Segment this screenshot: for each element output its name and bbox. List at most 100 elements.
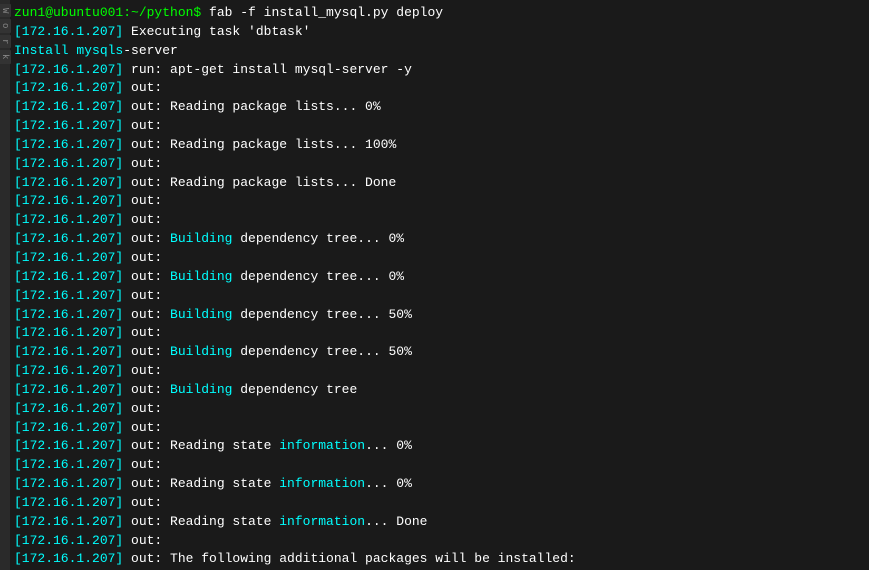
terminal-text: [172.16.1.207] bbox=[14, 551, 123, 566]
terminal-text: information bbox=[279, 438, 365, 453]
terminal-text: [172.16.1.207] bbox=[14, 24, 123, 39]
terminal-line: [172.16.1.207] out: Reading package list… bbox=[14, 98, 863, 117]
terminal-line: [172.16.1.207] out: bbox=[14, 532, 863, 551]
terminal-text: [172.16.1.207] bbox=[14, 288, 123, 303]
terminal-text: out: bbox=[123, 382, 170, 397]
terminal-line: [172.16.1.207] out: Building dependency … bbox=[14, 343, 863, 362]
terminal-line: [172.16.1.207] out: Reading package list… bbox=[14, 174, 863, 193]
terminal-line: [172.16.1.207] out: bbox=[14, 400, 863, 419]
terminal-text: out: bbox=[123, 401, 162, 416]
terminal-text: out: bbox=[123, 269, 170, 284]
terminal-text: out: bbox=[123, 80, 162, 95]
terminal: W o r k zun1@ubuntu001:~/python$ fab -f … bbox=[0, 0, 869, 570]
terminal-text: out: bbox=[123, 307, 170, 322]
terminal-text: Building bbox=[170, 344, 232, 359]
terminal-text: ... 0% bbox=[365, 476, 412, 491]
terminal-text: out: Reading state bbox=[123, 514, 279, 529]
terminal-text: [172.16.1.207] bbox=[14, 438, 123, 453]
terminal-line: [172.16.1.207] out: Reading package list… bbox=[14, 136, 863, 155]
terminal-text: out: bbox=[123, 325, 162, 340]
terminal-line: [172.16.1.207] out: Building dependency … bbox=[14, 268, 863, 287]
terminal-text: [172.16.1.207] bbox=[14, 175, 123, 190]
sidebar-tab[interactable]: o bbox=[0, 19, 11, 32]
terminal-text: ... Done bbox=[365, 514, 427, 529]
terminal-text: [172.16.1.207] bbox=[14, 495, 123, 510]
terminal-line: [172.16.1.207] out: bbox=[14, 362, 863, 381]
terminal-line: [172.16.1.207] out: bbox=[14, 324, 863, 343]
terminal-text: [172.16.1.207] bbox=[14, 325, 123, 340]
terminal-line: [172.16.1.207] out: bbox=[14, 287, 863, 306]
terminal-text: [172.16.1.207] bbox=[14, 193, 123, 208]
terminal-text: out: bbox=[123, 212, 162, 227]
terminal-line: [172.16.1.207] out: The following additi… bbox=[14, 550, 863, 569]
terminal-text: [172.16.1.207] bbox=[14, 457, 123, 472]
terminal-line: [172.16.1.207] out: bbox=[14, 79, 863, 98]
terminal-text: [172.16.1.207] bbox=[14, 99, 123, 114]
terminal-text: Building bbox=[170, 307, 232, 322]
sidebar-tab[interactable]: k bbox=[0, 50, 11, 63]
terminal-text: [172.16.1.207] bbox=[14, 80, 123, 95]
terminal-line: [172.16.1.207] out: bbox=[14, 192, 863, 211]
terminal-text: fab -f install_mysql.py deploy bbox=[201, 5, 443, 20]
terminal-text: [172.16.1.207] bbox=[14, 420, 123, 435]
terminal-text: -server bbox=[123, 43, 178, 58]
terminal-text: information bbox=[279, 514, 365, 529]
terminal-text: out: bbox=[123, 193, 162, 208]
terminal-line: [172.16.1.207] out: bbox=[14, 494, 863, 513]
terminal-line: Install mysqls-server bbox=[14, 42, 863, 61]
terminal-text: Executing task 'dbtask' bbox=[123, 24, 310, 39]
terminal-text: out: Reading package lists... Done bbox=[123, 175, 396, 190]
terminal-text: out: bbox=[123, 250, 162, 265]
terminal-line: [172.16.1.207] out: Building dependency … bbox=[14, 230, 863, 249]
terminal-text: Install mysqls bbox=[14, 43, 123, 58]
sidebar-tab[interactable]: W bbox=[0, 4, 11, 17]
terminal-text: dependency tree... 0% bbox=[232, 231, 404, 246]
terminal-text: dependency tree... 50% bbox=[232, 307, 411, 322]
terminal-text: out: bbox=[123, 457, 162, 472]
terminal-content: zun1@ubuntu001:~/python$ fab -f install_… bbox=[14, 4, 863, 570]
terminal-text: [172.16.1.207] bbox=[14, 250, 123, 265]
terminal-text: out: bbox=[123, 118, 162, 133]
terminal-text: out: bbox=[123, 420, 162, 435]
terminal-text: out: bbox=[123, 156, 162, 171]
terminal-text: [172.16.1.207] bbox=[14, 533, 123, 548]
terminal-text: zun1@ubuntu001:~/python$ bbox=[14, 5, 201, 20]
terminal-text: [172.16.1.207] bbox=[14, 344, 123, 359]
terminal-text: out: bbox=[123, 288, 162, 303]
terminal-line: [172.16.1.207] out: Reading state inform… bbox=[14, 513, 863, 532]
terminal-text: [172.16.1.207] bbox=[14, 156, 123, 171]
terminal-text: dependency tree... 50% bbox=[232, 344, 411, 359]
terminal-text: [172.16.1.207] bbox=[14, 137, 123, 152]
terminal-text: out: bbox=[123, 344, 170, 359]
terminal-text: [172.16.1.207] bbox=[14, 307, 123, 322]
terminal-text: Building bbox=[170, 231, 232, 246]
terminal-line: [172.16.1.207] out: bbox=[14, 155, 863, 174]
terminal-text: ... 0% bbox=[365, 438, 412, 453]
terminal-text: out: bbox=[123, 231, 170, 246]
terminal-text: out: Reading state bbox=[123, 476, 279, 491]
terminal-text: [172.16.1.207] bbox=[14, 269, 123, 284]
terminal-text: [172.16.1.207] bbox=[14, 514, 123, 529]
terminal-line: [172.16.1.207] out: bbox=[14, 211, 863, 230]
terminal-text: dependency tree... 0% bbox=[232, 269, 404, 284]
terminal-text: [172.16.1.207] bbox=[14, 363, 123, 378]
terminal-text: Building bbox=[170, 382, 232, 397]
terminal-line: [172.16.1.207] out: Reading state inform… bbox=[14, 475, 863, 494]
terminal-text: [172.16.1.207] bbox=[14, 212, 123, 227]
terminal-text: out: bbox=[123, 533, 162, 548]
terminal-line: [172.16.1.207] run: apt-get install mysq… bbox=[14, 61, 863, 80]
terminal-text: out: Reading package lists... 100% bbox=[123, 137, 396, 152]
sidebar: W o r k bbox=[0, 0, 10, 570]
terminal-text: out: Reading package lists... 0% bbox=[123, 99, 380, 114]
terminal-text: [172.16.1.207] bbox=[14, 382, 123, 397]
terminal-text: [172.16.1.207] bbox=[14, 401, 123, 416]
terminal-line: [172.16.1.207] Executing task 'dbtask' bbox=[14, 23, 863, 42]
terminal-line: zun1@ubuntu001:~/python$ fab -f install_… bbox=[14, 4, 863, 23]
terminal-text: information bbox=[279, 476, 365, 491]
terminal-line: [172.16.1.207] out: bbox=[14, 249, 863, 268]
terminal-line: [172.16.1.207] out: bbox=[14, 419, 863, 438]
terminal-text: out: bbox=[123, 363, 162, 378]
sidebar-tab[interactable]: r bbox=[0, 35, 11, 48]
terminal-text: [172.16.1.207] bbox=[14, 231, 123, 246]
terminal-text: dependency tree bbox=[232, 382, 357, 397]
